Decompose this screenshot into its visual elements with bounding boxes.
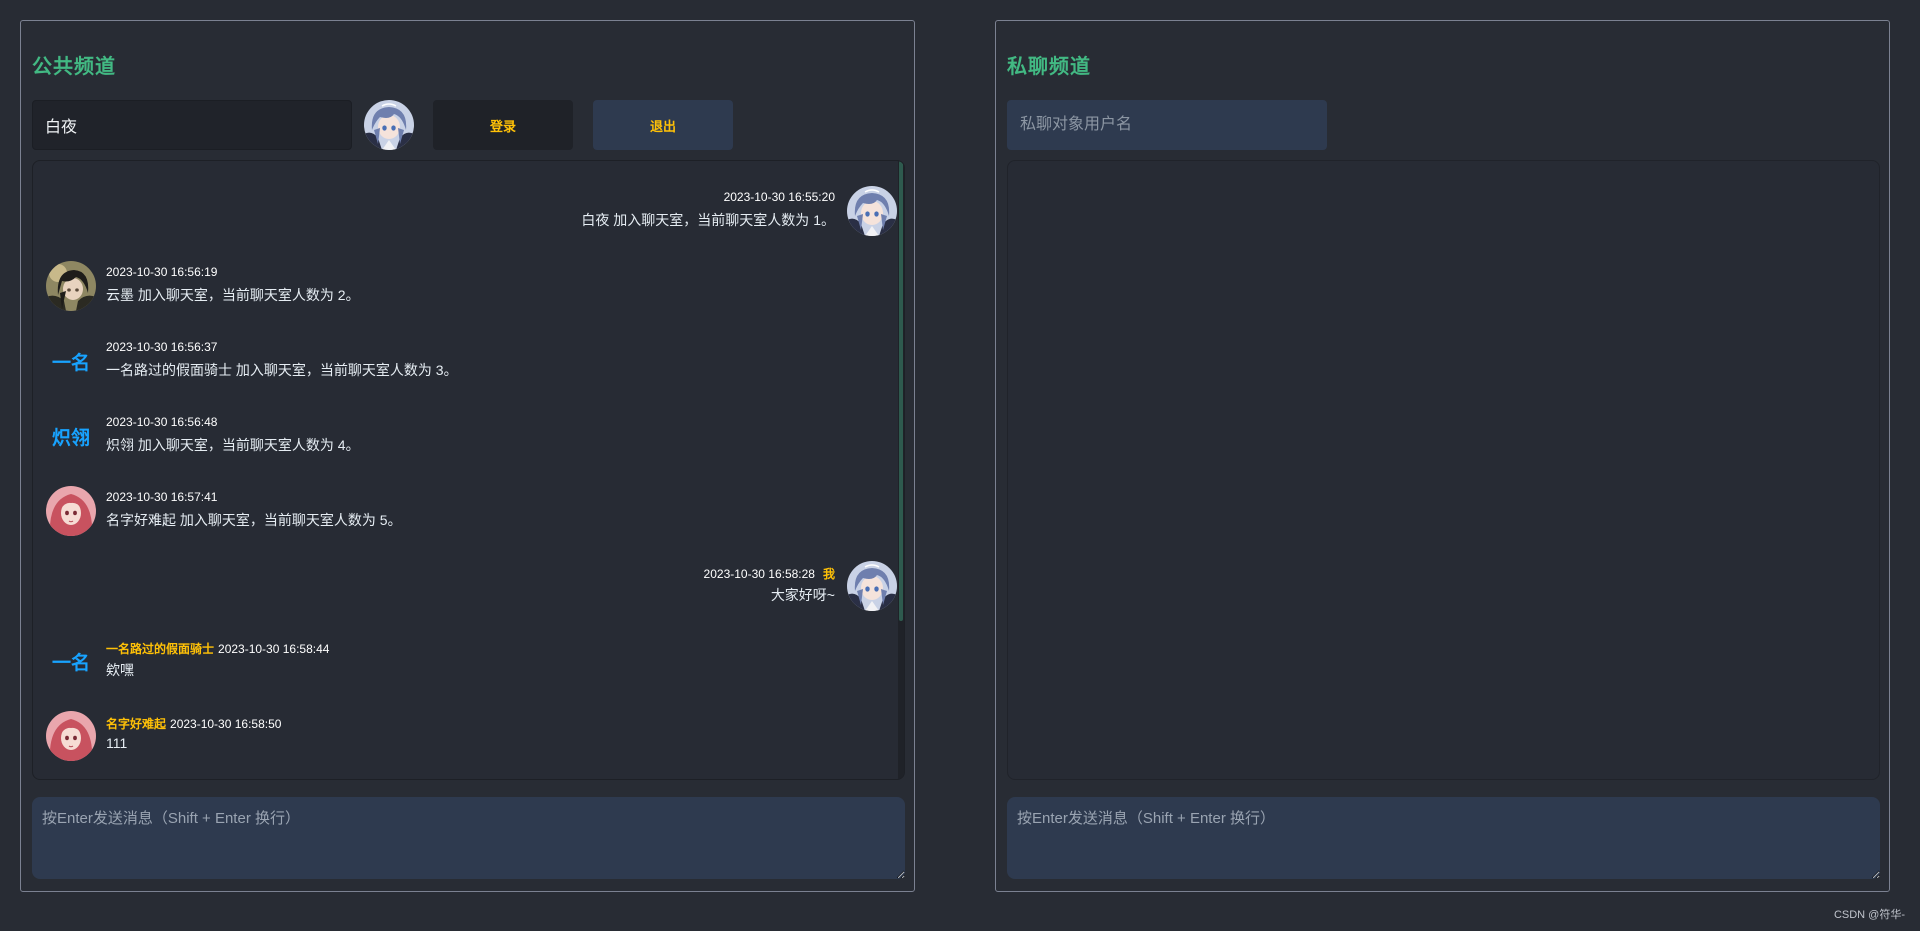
message-text: 111: [106, 735, 128, 751]
message-time: 2023-10-30 16:58:50: [170, 717, 282, 731]
message-item: 名字好难起 2023-10-30 16:58:50 111: [33, 711, 893, 763]
message-text: 白夜 加入聊天室，当前聊天室人数为 1。: [581, 212, 835, 228]
public-message-list[interactable]: 2023-10-30 16:55:20 白夜 加入聊天室，当前聊天室人数为 1。…: [32, 160, 905, 780]
avatar: [847, 561, 897, 611]
message-item: 2023-10-30 16:56:19 云墨 加入聊天室，当前聊天室人数为 2。: [33, 261, 893, 313]
message-text: 名字好难起 加入聊天室，当前聊天室人数为 5。: [106, 512, 402, 528]
message-meta: 2023-10-30 16:56:37: [106, 340, 217, 354]
avatar: [46, 261, 96, 311]
watermark: CSDN @符华-: [1833, 909, 1905, 921]
message-time: 2023-10-30 16:57:41: [106, 490, 218, 504]
message-time: 2023-10-30 16:58:44: [218, 642, 330, 656]
message-text: 炽翎 加入聊天室，当前聊天室人数为 4。: [106, 437, 360, 453]
public-channel-title: 公共频道: [32, 56, 116, 78]
message-text: 一名路过的假面骑士 加入聊天室，当前聊天室人数为 3。: [106, 362, 458, 378]
scrollbar-track[interactable]: [898, 161, 904, 779]
message-meta: 一名路过的假面骑士 2023-10-30 16:58:44: [106, 640, 329, 657]
message-meta: 2023-10-30 16:58:28 我: [704, 565, 835, 582]
message-item: 炽翎 2023-10-30 16:56:48 炽翎 加入聊天室，当前聊天室人数为…: [33, 411, 893, 463]
private-channel-title: 私聊频道: [1007, 56, 1091, 78]
message-time: 2023-10-30 16:56:48: [106, 415, 218, 429]
message-item: 2023-10-30 16:55:20 白夜 加入聊天室，当前聊天室人数为 1。: [33, 186, 893, 238]
scrollbar-thumb[interactable]: [899, 161, 903, 621]
message-text: 云墨 加入聊天室，当前聊天室人数为 2。: [106, 287, 360, 303]
message-sender: 名字好难起: [106, 717, 167, 731]
text-avatar: 炽翎: [51, 427, 90, 449]
message-time: 2023-10-30 16:56:19: [106, 265, 218, 279]
avatar: [847, 186, 897, 236]
message-self-tag: 我: [822, 567, 835, 581]
message-text: 欸嘿: [106, 662, 134, 678]
anime-dark-hair-avatar-icon: [46, 261, 96, 311]
public-channel-panel: 公共频道 登录 退出 2023-10-30 16:55:20 白夜 加入聊天室，…: [20, 20, 915, 892]
message-time: 2023-10-30 16:56:37: [106, 340, 218, 354]
message-sender: 一名路过的假面骑士: [106, 642, 215, 656]
message-text: 大家好呀~: [770, 587, 835, 603]
message-meta: 2023-10-30 16:56:48: [106, 415, 217, 429]
message-meta: 2023-10-30 16:55:20: [724, 190, 835, 204]
message-item: 2023-10-30 16:58:28 我 大家好呀~: [33, 561, 893, 613]
message-meta: 2023-10-30 16:57:41: [106, 490, 217, 504]
private-channel-panel: 私聊频道: [995, 20, 1890, 892]
logout-button[interactable]: 退出: [593, 100, 733, 150]
private-message-input[interactable]: [1007, 797, 1880, 879]
text-avatar: 一名: [51, 352, 90, 374]
message-meta: 2023-10-30 16:56:19: [106, 265, 217, 279]
anime-girl-avatar-icon: [847, 561, 897, 611]
message-item: 一名 一名路过的假面骑士 2023-10-30 16:58:44 欸嘿: [33, 636, 893, 688]
text-avatar: 一名: [51, 652, 90, 674]
anime-pink-hair-avatar-icon: [46, 711, 96, 761]
message-item: 2023-10-30 16:57:41 名字好难起 加入聊天室，当前聊天室人数为…: [33, 486, 893, 538]
current-user-avatar: [364, 100, 414, 150]
message-time: 2023-10-30 16:55:20: [723, 190, 835, 204]
login-button[interactable]: 登录: [433, 100, 573, 150]
message-item: 一名 2023-10-30 16:56:37 一名路过的假面骑士 加入聊天室，当…: [33, 336, 893, 388]
private-message-list[interactable]: [1007, 160, 1880, 780]
public-message-input[interactable]: [32, 797, 905, 879]
username-input[interactable]: [32, 100, 352, 150]
message-meta: 名字好难起 2023-10-30 16:58:50: [106, 715, 281, 732]
private-target-input[interactable]: [1007, 100, 1327, 150]
avatar: [46, 486, 96, 536]
anime-girl-avatar-icon: [364, 100, 414, 150]
anime-girl-avatar-icon: [847, 186, 897, 236]
avatar: [46, 711, 96, 761]
anime-pink-hair-avatar-icon: [46, 486, 96, 536]
chat-app: 公共频道 登录 退出 2023-10-30 16:55:20 白夜 加入聊天室，…: [0, 0, 1920, 931]
message-time: 2023-10-30 16:58:28: [703, 567, 815, 581]
